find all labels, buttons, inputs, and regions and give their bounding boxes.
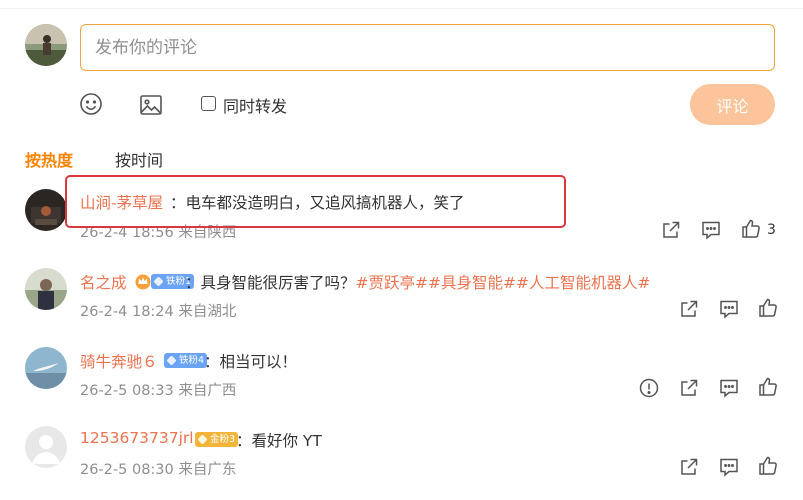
my-avatar[interactable] <box>25 24 67 66</box>
tab-sort-by-time[interactable]: 按时间 <box>115 147 163 171</box>
comment-text: ：相当可以！ <box>204 353 298 371</box>
topic-link[interactable]: #具身智能# <box>428 274 516 292</box>
like-icon[interactable] <box>757 455 779 477</box>
comment-text-line: ：具身智能很厉害了吗？#贾跃亭##具身智能##人工智能机器人# <box>185 271 650 293</box>
share-icon[interactable] <box>678 377 700 399</box>
topic-link[interactable]: #人工智能机器人# <box>516 274 650 292</box>
comment-username[interactable]: 骑牛奔驰６ <box>80 350 158 372</box>
like-icon[interactable] <box>740 218 762 240</box>
comment-avatar[interactable] <box>25 268 67 310</box>
comment-meta: 26-2-4 18:56 来自陕西 <box>80 225 237 241</box>
comment-text: ：具身智能很厉害了吗？ <box>185 274 356 292</box>
top-divider <box>0 0 803 9</box>
like-icon[interactable] <box>757 376 779 398</box>
image-icon[interactable] <box>139 93 163 117</box>
reply-icon[interactable] <box>700 219 722 241</box>
share-icon[interactable] <box>678 298 700 320</box>
comment-meta: 26-2-4 18:24 来自湖北 <box>80 304 237 320</box>
report-icon[interactable] <box>638 377 660 399</box>
comment-username[interactable]: 名之成 <box>80 271 127 293</box>
repost-label: 同时转发 <box>223 97 288 116</box>
comment-text: ：看好你 YT <box>236 432 322 450</box>
comment-avatar[interactable] <box>25 189 67 231</box>
like-icon[interactable] <box>757 297 779 319</box>
reply-icon[interactable] <box>718 377 740 399</box>
comment-avatar[interactable] <box>25 426 67 468</box>
comment-username[interactable]: 山涧-茅草屋 <box>80 191 163 213</box>
fan-badge: 铁粉4 <box>164 353 208 368</box>
share-icon[interactable] <box>660 219 682 241</box>
reply-icon[interactable] <box>718 298 740 320</box>
comment-input[interactable] <box>80 24 775 71</box>
comment-username[interactable]: 1253673737jrl <box>80 429 194 447</box>
fan-badge: 金粉3 <box>195 432 239 447</box>
comment-meta: 26-2-5 08:30 来自广东 <box>80 462 237 478</box>
topic-link[interactable]: #贾跃亭# <box>356 274 428 292</box>
reply-icon[interactable] <box>718 456 740 478</box>
like-count: 3 <box>767 222 776 238</box>
repost-checkbox[interactable] <box>201 96 216 111</box>
share-icon[interactable] <box>678 456 700 478</box>
comment-text: ：电车都没造明白，又追风搞机器人，笑了 <box>170 194 465 212</box>
comment-avatar[interactable] <box>25 347 67 389</box>
tab-sort-by-hot[interactable]: 按热度 <box>25 147 73 171</box>
submit-comment-button[interactable]: 评论 <box>690 84 775 125</box>
emoji-icon[interactable] <box>79 92 103 116</box>
comment-meta: 26-2-5 08:33 来自广西 <box>80 383 237 399</box>
crown-icon <box>134 272 152 290</box>
